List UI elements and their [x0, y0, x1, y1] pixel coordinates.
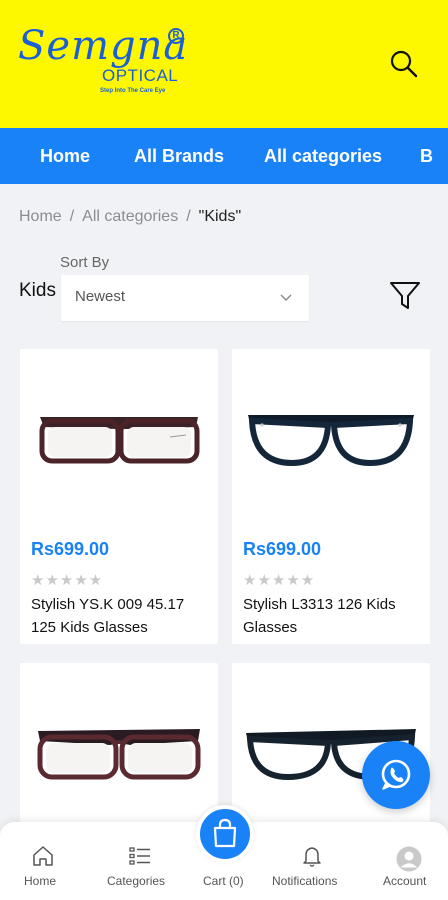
breadcrumb-separator: /	[69, 208, 75, 225]
logo-tagline: Step Into The Care Eye	[100, 88, 166, 94]
rating-stars: ★★★★★	[31, 572, 104, 589]
bottom-nav-label: Notifications	[272, 874, 338, 888]
whatsapp-icon	[381, 759, 411, 790]
bell-icon	[303, 847, 321, 867]
nav-item-all-brands[interactable]: All Brands	[134, 128, 224, 184]
sort-selected-value: Newest	[75, 288, 126, 305]
registered-mark: R	[168, 28, 184, 44]
breadcrumb-categories[interactable]: All categories	[82, 208, 178, 225]
sort-label: Sort By	[60, 254, 110, 271]
breadcrumb-separator: /	[186, 208, 191, 225]
brand-logo[interactable]: Semgna R OPTICAL Step Into The Care Eye	[18, 22, 193, 102]
top-nav: Home All Brands All categories B	[0, 128, 448, 184]
page-title: Kids	[19, 280, 56, 301]
search-button[interactable]	[388, 48, 420, 80]
bottom-nav-categories[interactable]: Categories	[104, 822, 176, 900]
rating-stars: ★★★★★	[243, 572, 316, 589]
logo-wordmark: Semgna	[18, 23, 189, 69]
bottom-nav-account[interactable]: Account	[380, 822, 436, 900]
product-image	[248, 415, 414, 467]
bottom-nav-notifications[interactable]: Notifications	[270, 822, 354, 900]
logo-optical: OPTICAL	[102, 66, 179, 85]
bottom-nav-label: Account	[383, 874, 427, 888]
sort-select[interactable]: Newest	[61, 275, 309, 321]
bottom-nav-label: Categories	[107, 874, 166, 888]
user-avatar-icon	[396, 846, 422, 872]
bottom-nav-label: Cart (0)	[203, 874, 244, 888]
product-card[interactable]	[20, 663, 218, 823]
product-price: Rs699.00	[243, 539, 322, 559]
search-icon	[390, 50, 418, 78]
home-icon	[33, 846, 53, 866]
breadcrumb-current: "Kids"	[198, 208, 242, 225]
product-name[interactable]: Stylish L3313 126 Kids Glasses	[243, 593, 423, 639]
nav-item-home[interactable]: Home	[40, 128, 90, 184]
chevron-down-icon	[280, 294, 292, 301]
product-card[interactable]: Rs699.00 ★★★★★ Stylish L3313 126 Kids Gl…	[232, 349, 430, 644]
filter-button[interactable]	[388, 278, 422, 312]
product-name[interactable]: Stylish YS.K 009 45.17 125 Kids Glasses	[31, 593, 211, 639]
whatsapp-chat-button[interactable]	[362, 741, 430, 809]
bottom-nav-label: Home	[24, 874, 57, 888]
product-card[interactable]: Rs699.00 ★★★★★ Stylish YS.K 009 45.17 12…	[20, 349, 218, 644]
product-price: Rs699.00	[31, 539, 110, 559]
bottom-nav-home[interactable]: Home	[22, 822, 66, 900]
cart-button[interactable]	[196, 805, 254, 863]
breadcrumb: Home / All categories / "Kids"	[19, 208, 241, 226]
product-image	[39, 417, 200, 464]
product-image	[37, 729, 201, 780]
app-header: Semgna R OPTICAL Step Into The Care Eye	[0, 0, 448, 128]
nav-item-all-categories[interactable]: All categories	[264, 128, 382, 184]
breadcrumb-home[interactable]: Home	[19, 208, 62, 225]
list-icon	[129, 847, 150, 865]
shopping-bag-icon	[213, 818, 237, 848]
filter-icon	[390, 282, 420, 309]
nav-item-truncated[interactable]: B	[420, 128, 433, 184]
